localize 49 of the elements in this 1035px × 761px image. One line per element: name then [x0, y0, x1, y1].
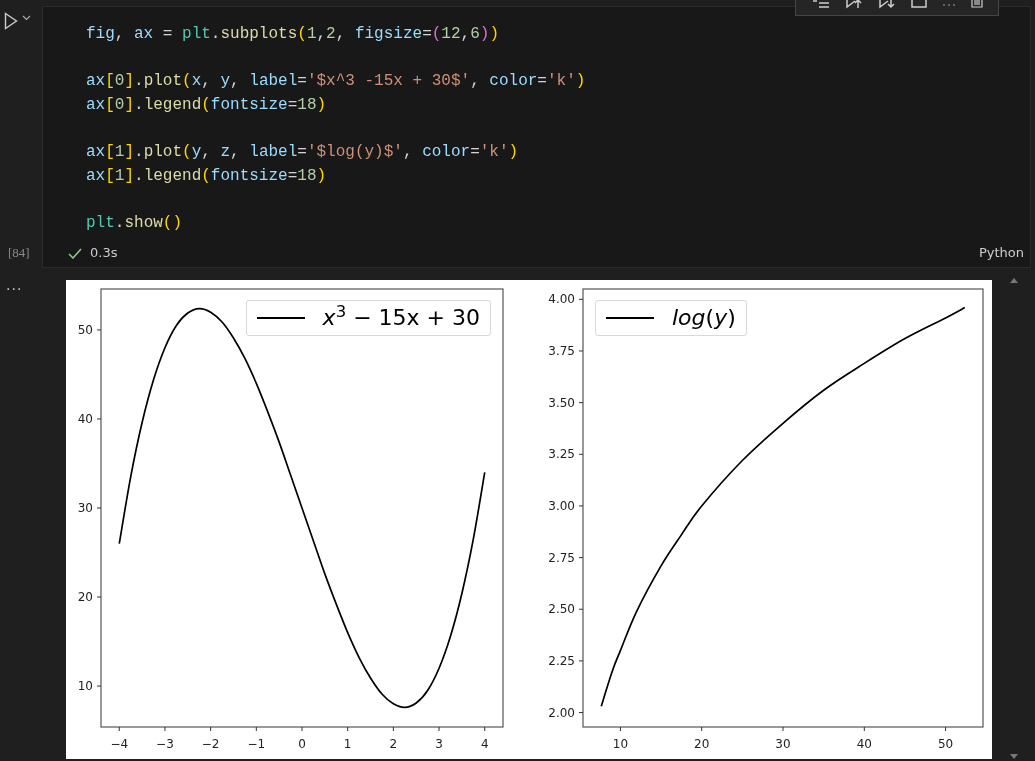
code-line: ax[1].legend(fontsize=18) [86, 165, 327, 187]
legend-line-icon [606, 317, 654, 320]
tick-label: 2.00 [548, 705, 575, 720]
tick-label: 1 [343, 737, 352, 751]
tick-label: 3.50 [548, 395, 575, 410]
tick-label: 2.25 [548, 653, 575, 668]
tick-label: 30 [775, 737, 791, 751]
tick-label: 0 [298, 737, 306, 751]
tick-label: 2.75 [548, 550, 575, 565]
tick-label: 30 [77, 501, 93, 515]
run-below-icon[interactable] [877, 0, 896, 9]
tick-label: 2 [389, 737, 398, 751]
legend-label: log(y) [672, 305, 736, 332]
tick-label: 50 [77, 322, 93, 337]
code-line: fig, ax = plt.subplots(1,2, figsize=(12,6)) [86, 24, 499, 45]
legend-label: x$^{3}$ − 15x + 30 [322, 305, 480, 332]
chevron-down-icon[interactable] [22, 15, 31, 21]
legend-line-icon [256, 317, 305, 320]
tick-label: 4 [480, 737, 489, 751]
code-line: ax[0].plot(x, y, label='$x^3 -15x + 30$', color='k') [86, 71, 586, 93]
tick-label: −4 [110, 737, 129, 751]
execution-count: [84] [7, 243, 31, 262]
tick-label: 3.00 [548, 498, 575, 513]
trash-icon[interactable] [970, 0, 983, 9]
tick-label: 3 [435, 737, 443, 751]
run-above-icon[interactable] [844, 0, 863, 9]
code-line: ax[1].plot(y, z, label='$log(y)$', color='k') [86, 141, 519, 163]
tick-label: −2 [201, 737, 220, 751]
tick-label: −1 [247, 737, 266, 751]
output-menu[interactable]: ... [0, 270, 42, 292]
scroll-down-icon[interactable] [1009, 754, 1018, 759]
code-line: plt.show() [86, 212, 183, 234]
scroll-up-icon[interactable] [1009, 278, 1018, 283]
list-icon[interactable] [811, 0, 830, 8]
tick-label: −3 [156, 737, 174, 751]
code-line: ax[0].legend(fontsize=18) [86, 94, 327, 116]
language-label[interactable]: Python [978, 243, 1024, 263]
tick-label: 40 [77, 412, 93, 426]
tick-label: 3.25 [548, 447, 575, 462]
tick-label: 10 [77, 679, 93, 694]
tick-label: 4.00 [548, 292, 575, 307]
execution-time: 0.3s [90, 244, 118, 263]
tick-label: 40 [856, 737, 872, 751]
tick-label: 20 [77, 590, 93, 604]
tick-label: 50 [937, 737, 954, 751]
tick-label: 20 [694, 737, 710, 751]
tick-label: 3.75 [548, 344, 575, 358]
tick-label: 2.50 [548, 602, 575, 617]
tick-label: 10 [612, 737, 629, 751]
